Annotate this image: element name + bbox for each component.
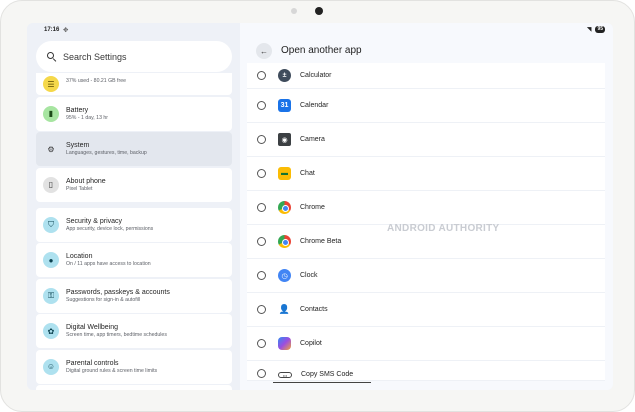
settings-item-subtitle: Digital ground rules & screen time limit… (66, 367, 158, 374)
settings-item-passwords[interactable]: ⚿ Passwords, passkeys & accounts Suggest… (36, 278, 232, 313)
app-row-contacts[interactable]: 👤 Contacts (247, 293, 605, 327)
app-row-clock[interactable]: ◷ Clock (247, 259, 605, 293)
clock-icon: ◷ (278, 269, 291, 282)
key-icon: ⚿ (43, 287, 59, 304)
settings-item-title: Security & privacy (66, 217, 123, 225)
app-name: Contacts (300, 306, 328, 313)
settings-item-subtitle: Screen time, app timers, bedtime schedul… (66, 332, 167, 338)
chrome-beta-icon (278, 235, 291, 248)
sms-code-icon: ••• (278, 372, 292, 378)
app-row-copilot[interactable]: Copilot (247, 327, 605, 361)
app-name: Calendar (300, 102, 329, 109)
settings-item-title: About phone (66, 177, 106, 185)
settings-item-subtitle: On / 11 apps have access to location (66, 261, 151, 267)
app-name: Copy SMS Code (301, 371, 354, 378)
app-list: ± Calculator 31 Calendar ◉ Camera ▬ Chat (247, 63, 605, 381)
radio-button[interactable] (257, 271, 266, 280)
shield-icon: ⛉ (43, 216, 59, 233)
settings-pane: 17:16 ✥ Search Settings ☰ 37% used - 80.… (27, 23, 240, 390)
settings-item-title: System (66, 142, 90, 149)
sensor-dot (291, 8, 297, 14)
app-name: Copilot (300, 340, 322, 347)
radio-button[interactable] (257, 101, 266, 110)
settings-item-subtitle: 95% - 1 day, 13 hr (66, 114, 109, 121)
settings-item-system[interactable]: ⚙ System Languages, gestures, time, back… (36, 132, 232, 166)
settings-list: ☰ 37% used - 80.21 GB free ▮ Battery 95%… (36, 73, 232, 390)
storage-icon: ☰ (43, 76, 59, 92)
family-icon: ☺ (43, 358, 59, 375)
app-name: Clock (300, 272, 318, 279)
settings-item-title: Location (66, 253, 93, 260)
page-title: Open another app (281, 45, 362, 56)
settings-item-battery[interactable]: ▮ Battery 95% - 1 day, 13 hr (36, 96, 232, 131)
drag-handle-line (273, 382, 371, 383)
app-name: Chrome Beta (300, 238, 342, 245)
chrome-icon (278, 201, 291, 214)
radio-button[interactable] (257, 369, 266, 378)
settings-item-title: Battery (66, 106, 89, 114)
status-time: 17:16 (44, 27, 60, 33)
radio-button[interactable] (257, 203, 266, 212)
settings-item-next[interactable] (36, 385, 232, 390)
app-row-chrome[interactable]: Chrome (247, 191, 605, 225)
phone-icon: ▯ (43, 176, 59, 193)
settings-item-title: Passwords, passkeys & accounts (66, 288, 170, 296)
arrow-back-icon: ← (260, 46, 268, 56)
settings-item-subtitle: Pixel Tablet (66, 185, 93, 192)
settings-item-location[interactable]: ● Location On / 11 apps have access to l… (36, 243, 232, 277)
search-settings-bar[interactable]: Search Settings (36, 41, 232, 72)
front-camera (315, 7, 323, 15)
chat-icon: ▬ (278, 167, 291, 180)
radio-button[interactable] (257, 305, 266, 314)
app-row-calendar[interactable]: 31 Calendar (247, 89, 605, 123)
settings-item-parental-controls[interactable]: ☺ Parental controls Digital ground rules… (36, 349, 232, 384)
radio-button[interactable] (257, 237, 266, 246)
app-row-copy-sms-code[interactable]: ••• Copy SMS Code (247, 361, 605, 381)
app-name: Camera (300, 136, 325, 143)
settings-item-storage[interactable]: ☰ 37% used - 80.21 GB free (36, 73, 232, 95)
app-row-camera[interactable]: ◉ Camera (247, 123, 605, 157)
radio-button[interactable] (257, 135, 266, 144)
wellbeing-icon: ✿ (43, 323, 59, 339)
radio-button[interactable] (257, 169, 266, 178)
settings-item-about-phone[interactable]: ▯ About phone Pixel Tablet (36, 167, 232, 202)
settings-item-subtitle: Languages, gestures, time, backup (66, 150, 147, 156)
radio-button[interactable] (257, 71, 266, 80)
search-icon (47, 52, 57, 62)
search-placeholder: Search Settings (63, 51, 127, 62)
contacts-icon: 👤 (278, 304, 291, 314)
gear-icon: ⚙ (47, 144, 55, 154)
app-row-chat[interactable]: ▬ Chat (247, 157, 605, 191)
status-icons: ◥ 95 (587, 26, 605, 33)
settings-item-security[interactable]: ⛉ Security & privacy App security, devic… (36, 207, 232, 242)
calculator-icon: ± (278, 69, 291, 82)
app-row-calculator[interactable]: ± Calculator (247, 63, 605, 89)
wifi-icon: ◥ (586, 27, 592, 33)
tablet-bezel: 17:16 ✥ Search Settings ☰ 37% used - 80.… (0, 0, 635, 412)
app-name: Calculator (300, 72, 332, 79)
settings-item-title: Digital Wellbeing (66, 324, 119, 331)
copilot-icon (278, 337, 291, 350)
calendar-icon: 31 (278, 99, 291, 112)
status-settings-icon: ✥ (63, 27, 69, 34)
watermark: ANDROID AUTHORITY (387, 223, 500, 234)
radio-button[interactable] (257, 339, 266, 348)
settings-item-digital-wellbeing[interactable]: ✿ Digital Wellbeing Screen time, app tim… (36, 314, 232, 348)
open-another-app-pane: ◥ 95 ← Open another app ± Calculator 31 … (240, 23, 613, 390)
settings-item-subtitle: 37% used - 80.21 GB free (66, 78, 126, 84)
location-pin-icon: ● (43, 252, 59, 268)
app-name: Chrome (300, 204, 325, 211)
back-button[interactable]: ← (256, 43, 272, 59)
battery-level: 95 (595, 26, 605, 33)
camera-icon: ◉ (278, 133, 291, 146)
tablet-screen: 17:16 ✥ Search Settings ☰ 37% used - 80.… (27, 23, 613, 390)
settings-item-subtitle: App security, device lock, permissions (66, 225, 154, 232)
settings-item-title: Parental controls (66, 359, 119, 367)
settings-item-subtitle: Suggestions for sign-in & autofill (66, 296, 141, 303)
battery-icon: ▮ (43, 105, 59, 122)
app-name: Chat (300, 170, 315, 177)
